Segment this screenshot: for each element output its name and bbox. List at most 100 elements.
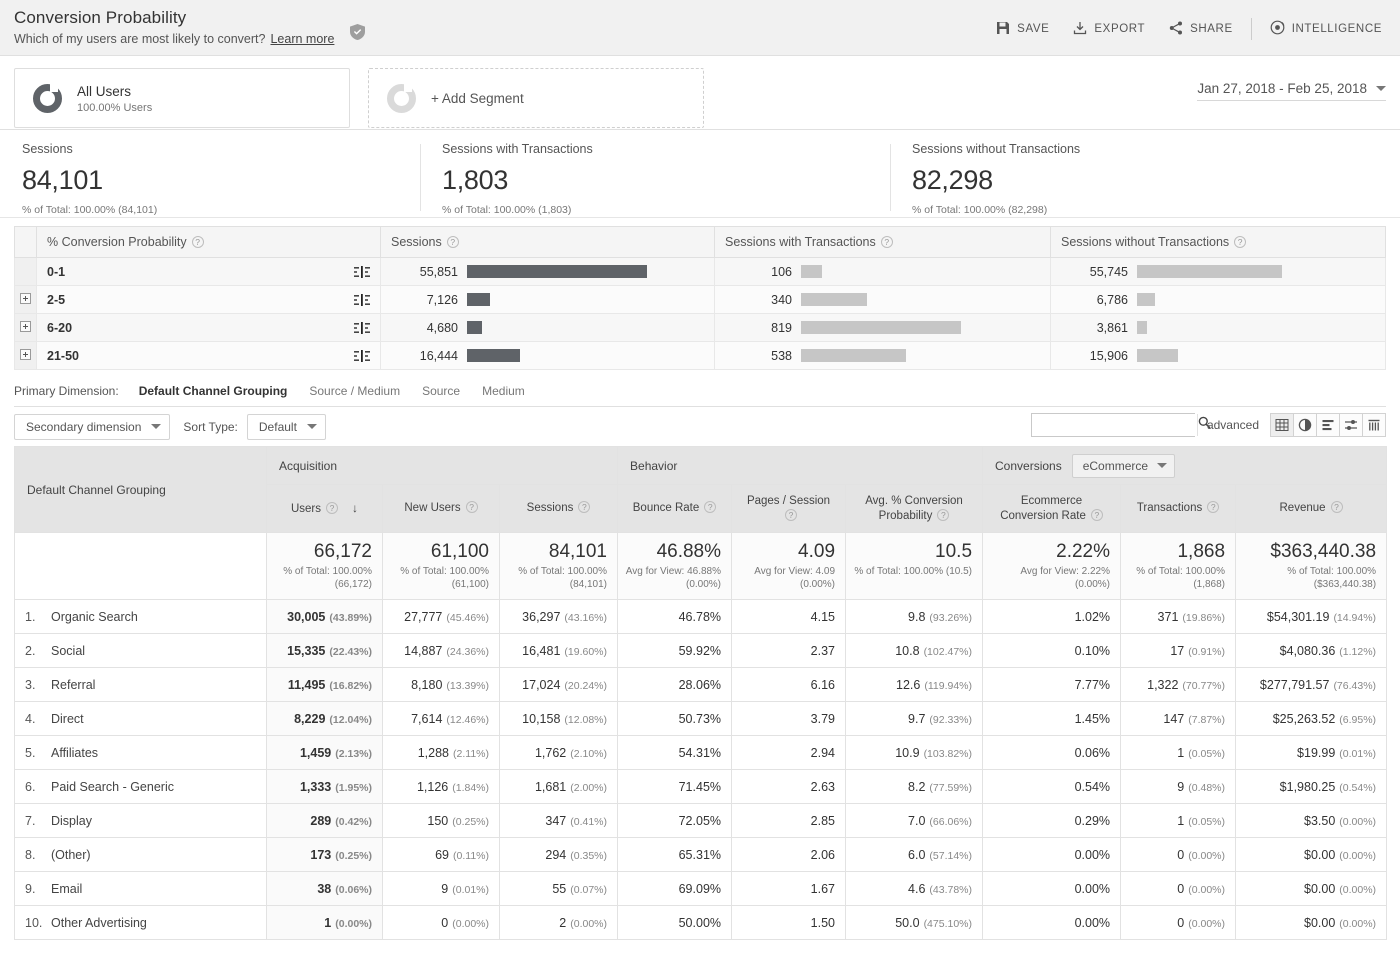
primary-dimension-source-medium[interactable]: Source / Medium [298, 384, 411, 398]
primary-dimension-source[interactable]: Source [411, 384, 471, 398]
dimension-header[interactable]: Default Channel Grouping [14, 446, 267, 533]
row-dimension-cell[interactable]: 7. Display [14, 803, 267, 838]
row-dimension-cell[interactable]: 9. Email [14, 871, 267, 906]
primary-dimension-medium[interactable]: Medium [471, 384, 536, 398]
performance-view-icon[interactable] [1316, 413, 1340, 437]
row-label[interactable]: Affiliates [51, 746, 98, 760]
help-icon[interactable]: ? [937, 508, 950, 521]
row-label[interactable]: Organic Search [51, 610, 138, 624]
expand-row-icon[interactable] [20, 348, 31, 360]
learn-more-link[interactable]: Learn more [270, 32, 334, 46]
cell-sessions: 55 (0.07%) [498, 871, 619, 906]
cell-users: 1 (0.00%) [266, 905, 383, 940]
cell-value: 819 [771, 320, 792, 335]
col-header-transactions[interactable]: Transactions? [1120, 484, 1237, 533]
table-view-icon[interactable] [1270, 413, 1294, 437]
col-header-sessions-with-transactions[interactable]: Sessions with Transactions? [714, 226, 1051, 258]
col-header-ecommerce-conversion-rate[interactable]: Ecommerce Conversion Rate? [982, 484, 1122, 533]
sort-desc-icon[interactable]: ↓ [352, 501, 358, 515]
row-dimension-cell[interactable]: 8. (Other) [14, 837, 267, 872]
pivot-view-icon[interactable] [1362, 413, 1386, 437]
col-header-conversion-probability[interactable]: % Conversion Probability? [36, 226, 381, 258]
cell-bounce-rate: 50.73% [617, 701, 733, 736]
cell-percent: (12.46%) [446, 713, 489, 726]
add-segment-label: + Add Segment [431, 90, 524, 106]
share-button[interactable]: SHARE [1157, 17, 1245, 42]
comparison-view-icon[interactable] [1339, 413, 1363, 437]
col-header-avg-conversion-probability[interactable]: Avg. % Conversion Probability? [845, 484, 984, 533]
cell-avg-conversion-probability: 8.2 (77.59%) [845, 769, 984, 804]
row-label[interactable]: Direct [51, 712, 84, 726]
row-label[interactable]: Email [51, 882, 82, 896]
search-box[interactable] [1030, 413, 1211, 437]
expand-cell[interactable] [14, 285, 37, 314]
verified-shield-icon [350, 24, 366, 40]
sort-type-select[interactable]: Default [246, 413, 326, 440]
create-segment-icon[interactable] [354, 265, 370, 278]
col-header-pages-per-session[interactable]: Pages / Session? [731, 484, 847, 533]
col-header-sessions[interactable]: Sessions? [498, 484, 619, 533]
col-header-new-users[interactable]: New Users? [382, 484, 500, 533]
primary-dimension-default-channel-grouping[interactable]: Default Channel Grouping [128, 384, 299, 398]
col-header-label: Transactions [1136, 502, 1203, 514]
col-header-revenue[interactable]: Revenue? [1235, 484, 1388, 533]
row-dimension-cell[interactable]: 1. Organic Search [14, 599, 267, 634]
help-icon[interactable]: ? [191, 236, 204, 248]
help-icon[interactable]: ? [578, 501, 591, 513]
conversions-type-select[interactable]: eCommerce [1071, 453, 1176, 478]
create-segment-icon[interactable] [354, 349, 370, 362]
search-input[interactable] [1031, 414, 1197, 436]
secondary-dimension-select[interactable]: Secondary dimension [14, 413, 171, 440]
export-button[interactable]: EXPORT [1061, 17, 1157, 42]
expand-row-icon[interactable] [20, 320, 31, 332]
pie-view-icon[interactable] [1293, 413, 1317, 437]
row-dimension-cell[interactable]: 2. Social [14, 633, 267, 668]
row-label[interactable]: Referral [51, 678, 95, 692]
row-dimension-cell[interactable]: 4. Direct [14, 701, 267, 736]
advanced-link[interactable]: advanced [1207, 418, 1259, 432]
row-label[interactable]: Social [51, 644, 85, 658]
help-icon[interactable]: ? [465, 501, 478, 513]
save-button[interactable]: SAVE [984, 17, 1061, 42]
help-icon[interactable]: ? [785, 508, 798, 521]
date-range-picker[interactable]: Jan 27, 2018 - Feb 25, 2018 [1197, 81, 1386, 101]
value-bar [1137, 265, 1282, 278]
row-dimension-cell[interactable]: 6. Paid Search - Generic [14, 769, 267, 804]
col-header-sessions-without-transactions[interactable]: Sessions without Transactions? [1050, 226, 1386, 258]
segment-all-users[interactable]: All Users 100.00% Users [14, 68, 350, 128]
create-segment-icon[interactable] [354, 321, 370, 334]
row-label[interactable]: Paid Search - Generic [51, 780, 174, 794]
help-icon[interactable]: ? [1207, 501, 1220, 513]
cell-bounce-rate: 46.78% [617, 599, 733, 634]
cell-percent: (19.60%) [564, 645, 608, 658]
add-segment-button[interactable]: + Add Segment [368, 68, 704, 128]
col-header-bounce-rate[interactable]: Bounce Rate? [617, 484, 733, 533]
col-header-sessions[interactable]: Sessions? [380, 226, 715, 258]
create-segment-icon[interactable] [354, 293, 370, 306]
cell-percent: (19.86%) [1182, 611, 1226, 624]
help-icon[interactable]: ? [704, 501, 717, 513]
help-icon[interactable]: ? [1330, 501, 1343, 513]
expand-cell[interactable] [14, 341, 37, 370]
row-dimension-cell[interactable]: 10. Other Advertising [14, 905, 267, 940]
row-dimension-cell[interactable]: 5. Affiliates [14, 735, 267, 770]
cell-new-users: 14,887 (24.36%) [382, 633, 500, 668]
help-icon[interactable]: ? [880, 236, 893, 248]
cell-ecommerce-conversion-rate: 0.00% [982, 905, 1122, 940]
expand-cell[interactable] [14, 313, 37, 342]
col-header-users[interactable]: Users? ↓ [266, 484, 383, 533]
row-label[interactable]: Display [51, 814, 92, 828]
help-icon[interactable]: ? [446, 236, 459, 248]
help-icon[interactable]: ? [326, 501, 339, 514]
row-dimension-cell[interactable]: 3. Referral [14, 667, 267, 702]
cell-sessions: 10,158 (12.08%) [498, 701, 619, 736]
value-bar [467, 349, 520, 362]
help-icon[interactable]: ? [1234, 236, 1247, 248]
row-label[interactable]: Other Advertising [51, 916, 147, 930]
expand-row-icon[interactable] [20, 292, 31, 304]
intelligence-button[interactable]: INTELLIGENCE [1258, 16, 1394, 42]
help-icon[interactable]: ? [1090, 508, 1103, 521]
row-label[interactable]: (Other) [51, 848, 91, 862]
cell-percent: (0.00%) [1188, 849, 1226, 862]
bucket-cell: 6-20 [36, 313, 381, 342]
